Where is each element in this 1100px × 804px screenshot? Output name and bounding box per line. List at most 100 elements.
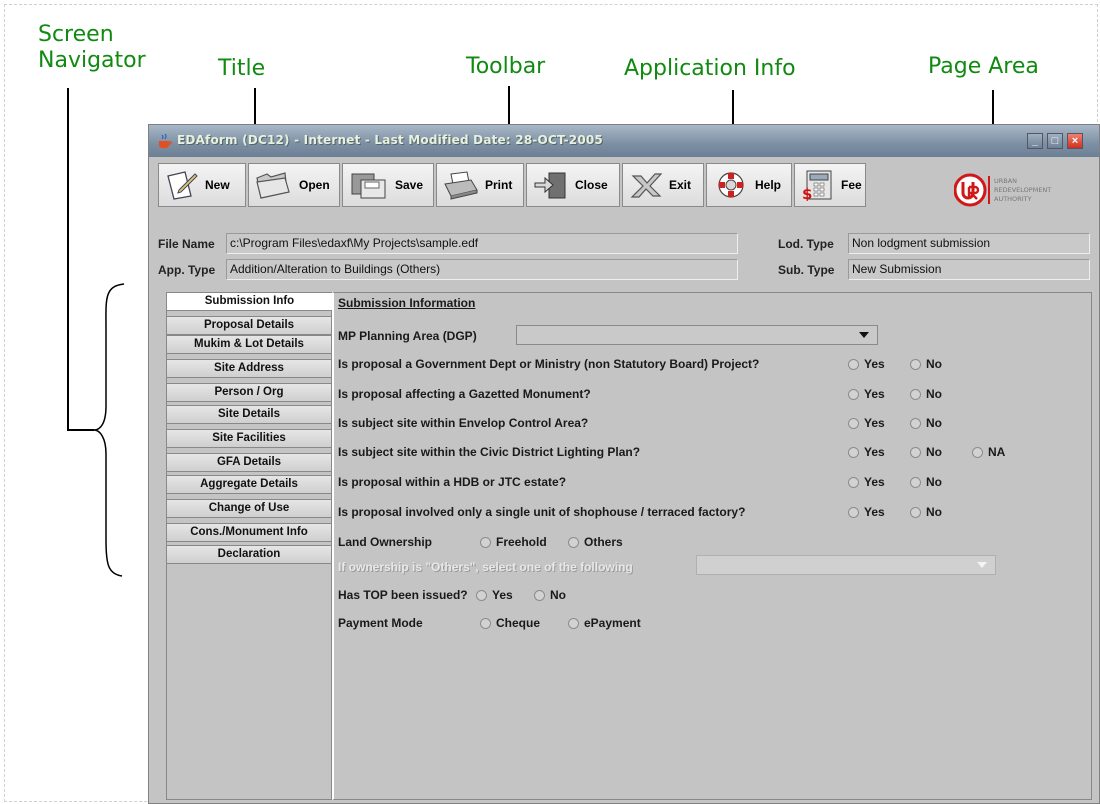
chevron-down-icon bbox=[859, 332, 869, 338]
fee-button[interactable]: $ Fee bbox=[794, 163, 866, 207]
radio-circle-icon bbox=[476, 589, 487, 601]
close-icon: × bbox=[1071, 135, 1079, 147]
q6-yes-radio[interactable]: Yes bbox=[848, 505, 885, 519]
save-button-label: Save bbox=[395, 178, 424, 192]
svg-text:$: $ bbox=[802, 185, 812, 201]
radio-circle-icon bbox=[910, 388, 921, 400]
exit-button-label: Exit bbox=[669, 178, 692, 192]
radio-circle-icon bbox=[848, 388, 859, 400]
open-button-label: Open bbox=[299, 178, 330, 192]
annotation-toolbar: Toolbar bbox=[466, 54, 546, 79]
tab-site-details[interactable]: Site Details bbox=[166, 405, 332, 424]
radio-circle-icon bbox=[848, 417, 859, 429]
question-hdb-jtc: Is proposal within a HDB or JTC estate? bbox=[338, 475, 567, 489]
radio-circle-icon bbox=[848, 446, 859, 458]
minimize-button[interactable]: _ bbox=[1027, 133, 1043, 149]
annotation-title: Title bbox=[218, 56, 266, 81]
q4-yes-radio[interactable]: Yes bbox=[848, 445, 885, 459]
mp-planning-select[interactable] bbox=[516, 325, 878, 345]
q5-no-radio[interactable]: No bbox=[910, 475, 942, 489]
open-button[interactable]: Open bbox=[248, 163, 340, 207]
radio-circle-icon bbox=[910, 358, 921, 370]
q1-yes-label: Yes bbox=[864, 357, 885, 371]
q6-yes-label: Yes bbox=[864, 505, 885, 519]
q1-no-label: No bbox=[926, 357, 942, 371]
q4-na-radio[interactable]: NA bbox=[972, 445, 1005, 459]
exit-x-icon bbox=[630, 173, 663, 198]
radio-circle-icon bbox=[910, 446, 921, 458]
cheque-label: Cheque bbox=[496, 616, 541, 630]
logo-line-1: URBAN bbox=[994, 177, 1018, 185]
new-document-icon bbox=[167, 171, 198, 200]
q2-yes-radio[interactable]: Yes bbox=[848, 387, 885, 401]
tab-gfa-details[interactable]: GFA Details bbox=[166, 453, 332, 472]
close-button[interactable]: Close bbox=[526, 163, 620, 207]
question-civic-lighting: Is subject site within the Civic Distric… bbox=[338, 445, 641, 459]
tab-cons-monument-info[interactable]: Cons./Monument Info bbox=[166, 523, 332, 542]
top-yes-radio[interactable]: Yes bbox=[476, 588, 513, 602]
tab-aggregate-details[interactable]: Aggregate Details bbox=[166, 475, 332, 494]
q2-yes-label: Yes bbox=[864, 387, 885, 401]
question-single-unit: Is proposal involved only a single unit … bbox=[338, 505, 746, 519]
radio-circle-icon bbox=[848, 506, 859, 518]
radio-circle-icon bbox=[910, 417, 921, 429]
help-button-label: Help bbox=[755, 178, 782, 192]
tab-change-of-use[interactable]: Change of Use bbox=[166, 499, 332, 518]
maximize-button[interactable]: □ bbox=[1047, 133, 1063, 149]
annotation-application-info: Application Info bbox=[624, 56, 796, 81]
page-heading: Submission Information bbox=[338, 296, 476, 310]
maximize-icon: □ bbox=[1051, 135, 1059, 147]
annotation-screen-navigator: Screen Navigator bbox=[38, 22, 146, 74]
tab-mukim-lot-details[interactable]: Mukim & Lot Details bbox=[166, 335, 332, 354]
radio-circle-icon bbox=[910, 476, 921, 488]
lod-type-field: Non lodgment submission bbox=[848, 233, 1090, 254]
q4-no-radio[interactable]: No bbox=[910, 445, 942, 459]
question-envelop-control: Is subject site within Envelop Control A… bbox=[338, 416, 589, 430]
print-button[interactable]: Print bbox=[436, 163, 524, 207]
sub-type-label: Sub. Type bbox=[778, 263, 835, 277]
q5-yes-radio[interactable]: Yes bbox=[848, 475, 885, 489]
tab-site-facilities[interactable]: Site Facilities bbox=[166, 429, 332, 448]
cheque-radio[interactable]: Cheque bbox=[480, 616, 540, 630]
ownership-others-select[interactable] bbox=[696, 555, 996, 575]
exit-button[interactable]: Exit bbox=[622, 163, 704, 207]
q6-no-radio[interactable]: No bbox=[910, 505, 942, 519]
q3-yes-radio[interactable]: Yes bbox=[848, 416, 885, 430]
q6-no-label: No bbox=[926, 505, 942, 519]
tab-submission-info[interactable]: Submission Info bbox=[166, 292, 332, 311]
logo-line-2: REDEVELOPMENT bbox=[994, 186, 1052, 194]
logo-line-3: AUTHORITY bbox=[994, 195, 1032, 203]
payment-mode-label: Payment Mode bbox=[338, 616, 423, 630]
save-button[interactable]: Save bbox=[342, 163, 434, 207]
window-title: EDAform (DC12) - Internet - Last Modifie… bbox=[177, 133, 603, 147]
calculator-fee-icon: $ bbox=[802, 170, 832, 201]
q2-no-radio[interactable]: No bbox=[910, 387, 942, 401]
tab-declaration[interactable]: Declaration bbox=[166, 545, 332, 564]
q1-no-radio[interactable]: No bbox=[910, 357, 942, 371]
freehold-radio[interactable]: Freehold bbox=[480, 535, 547, 549]
chevron-down-icon bbox=[977, 562, 987, 568]
q3-yes-label: Yes bbox=[864, 416, 885, 430]
tab-proposal-details[interactable]: Proposal Details bbox=[166, 316, 332, 335]
q2-no-label: No bbox=[926, 387, 942, 401]
print-button-label: Print bbox=[485, 178, 513, 192]
q1-yes-radio[interactable]: Yes bbox=[848, 357, 885, 371]
help-button[interactable]: Help bbox=[706, 163, 792, 207]
top-no-radio[interactable]: No bbox=[534, 588, 566, 602]
new-button[interactable]: New bbox=[158, 163, 246, 207]
file-name-label: File Name bbox=[158, 237, 215, 251]
epayment-radio[interactable]: ePayment bbox=[568, 616, 641, 630]
new-button-label: New bbox=[205, 178, 230, 192]
radio-circle-icon bbox=[568, 536, 579, 548]
q3-no-radio[interactable]: No bbox=[910, 416, 942, 430]
minimize-icon: _ bbox=[1031, 135, 1039, 147]
lod-type-label: Lod. Type bbox=[778, 237, 834, 251]
close-window-button[interactable]: × bbox=[1067, 133, 1083, 149]
others-radio[interactable]: Others bbox=[568, 535, 623, 549]
folder-open-icon bbox=[256, 172, 290, 199]
tab-site-address[interactable]: Site Address bbox=[166, 359, 332, 378]
top-issued-label: Has TOP been issued? bbox=[338, 588, 468, 602]
mp-planning-label: MP Planning Area (DGP) bbox=[338, 329, 477, 343]
tab-person-org[interactable]: Person / Org bbox=[166, 383, 332, 402]
question-government-project: Is proposal a Government Dept or Ministr… bbox=[338, 357, 760, 371]
